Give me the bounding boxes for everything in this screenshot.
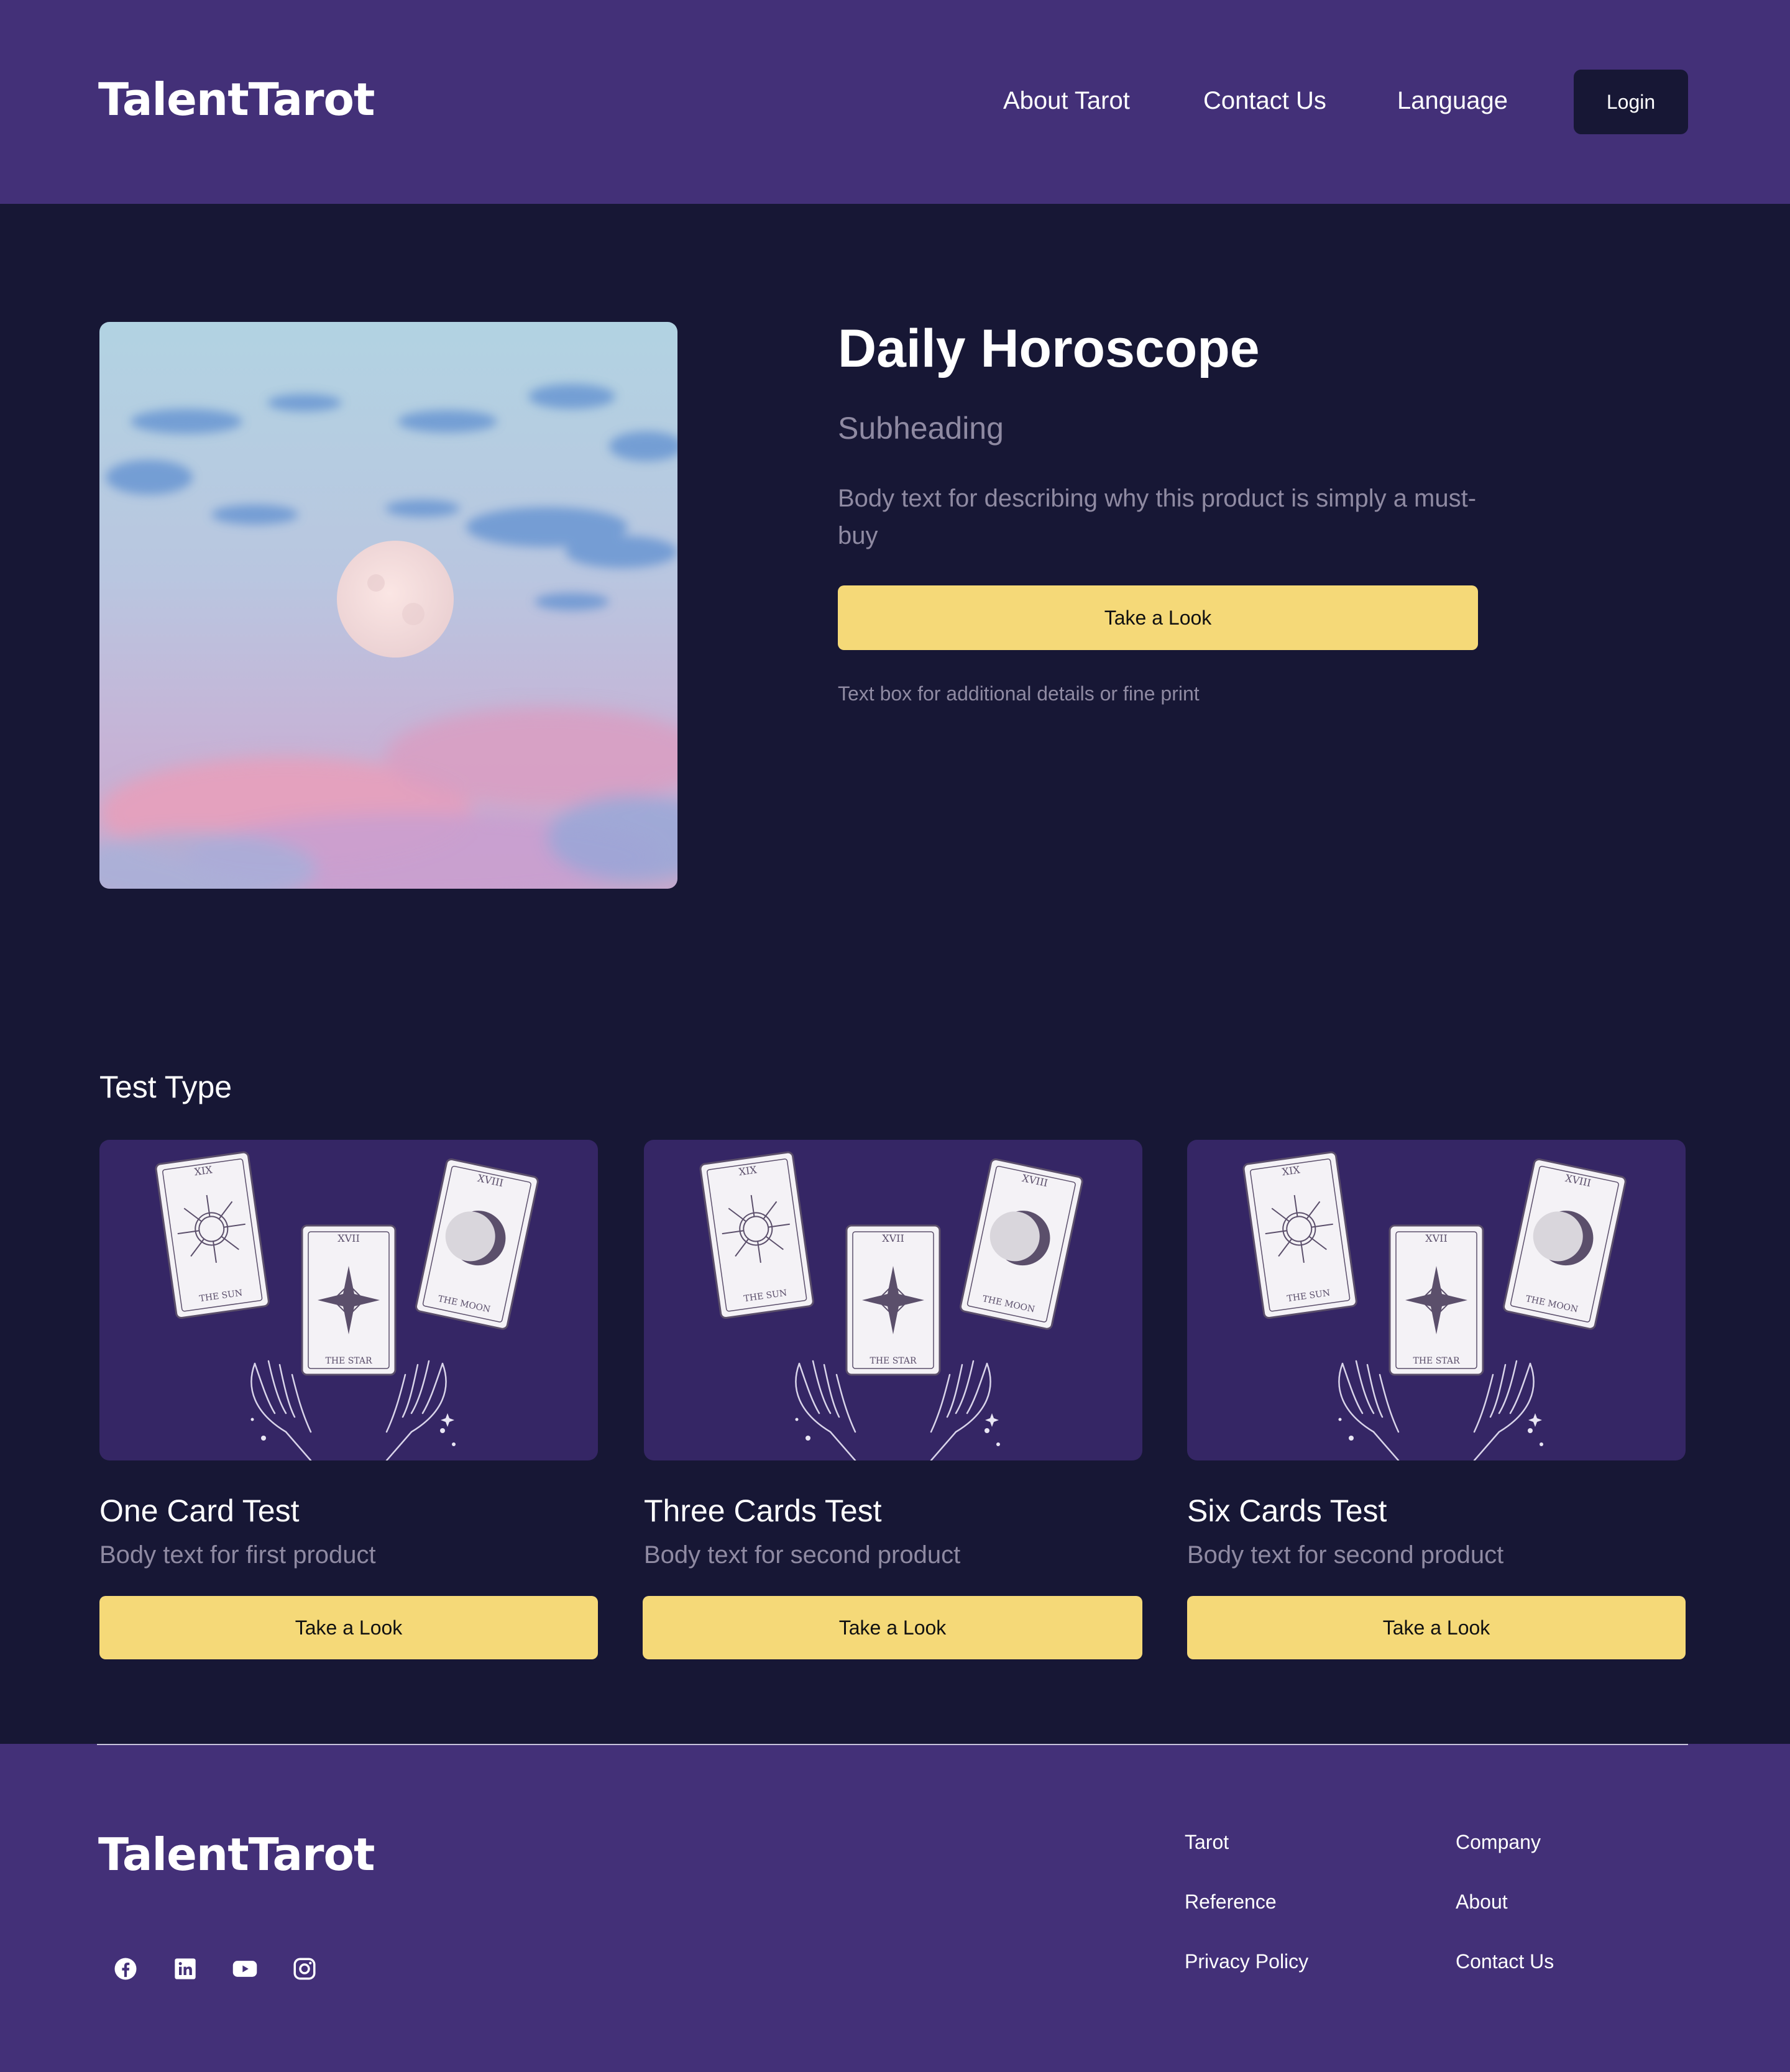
footer-logo[interactable]: TalentTarot: [98, 1828, 375, 1881]
three-cards-take-a-look-button[interactable]: Take a Look: [643, 1596, 1142, 1659]
footer-link-privacy-policy[interactable]: Privacy Policy: [1185, 1950, 1308, 1973]
svg-text:THE STAR: THE STAR: [1413, 1356, 1459, 1366]
svg-text:XVII: XVII: [1425, 1232, 1448, 1244]
card-body: Body text for first product: [99, 1541, 376, 1569]
hero-take-a-look-button[interactable]: Take a Look: [838, 585, 1478, 650]
nav-contact-us[interactable]: Contact Us: [1203, 87, 1326, 115]
tarot-cards-illustration: XIX THE SUN XVII THE STAR XVIII THE MOON: [155, 1151, 539, 1460]
hero-body-text: Body text for describing why this produc…: [838, 485, 1477, 549]
footer-link-company[interactable]: Company: [1456, 1831, 1541, 1854]
hero-moon-image: [99, 322, 677, 889]
tarot-cards-illustration: XIX THE SUN XVII THE STAR XVIII THE MOON: [1242, 1151, 1627, 1460]
hero-title: Daily Horoscope: [838, 319, 1260, 378]
svg-text:XVII: XVII: [882, 1232, 904, 1244]
site-footer: TalentTarot Tarot Reference Privacy Poli…: [0, 1744, 1790, 2072]
footer-link-tarot[interactable]: Tarot: [1185, 1831, 1229, 1854]
six-cards-test-image[interactable]: XIX THE SUN XVII THE STAR XVIII THE MOON: [1187, 1140, 1686, 1460]
nav-language[interactable]: Language: [1397, 87, 1508, 115]
six-cards-take-a-look-button[interactable]: Take a Look: [1187, 1596, 1686, 1659]
tarot-cards-illustration: XIX THE SUN XVII THE STAR XVIII THE MOON: [699, 1151, 1083, 1460]
svg-text:XVII: XVII: [337, 1232, 360, 1244]
footer-link-reference[interactable]: Reference: [1185, 1891, 1277, 1914]
card-title: Six Cards Test: [1187, 1493, 1387, 1528]
site-header: TalentTarot About Tarot Contact Us Langu…: [0, 0, 1790, 204]
svg-text:THE STAR: THE STAR: [870, 1356, 916, 1366]
one-card-take-a-look-button[interactable]: Take a Look: [99, 1596, 598, 1659]
instagram-icon[interactable]: [290, 1954, 319, 1984]
footer-link-about[interactable]: About: [1456, 1891, 1508, 1914]
svg-text:THE STAR: THE STAR: [325, 1356, 372, 1366]
login-button[interactable]: Login: [1574, 70, 1688, 134]
card-title: Three Cards Test: [644, 1493, 882, 1528]
card-body: Body text for second product: [644, 1541, 961, 1569]
footer-link-contact-us[interactable]: Contact Us: [1456, 1950, 1554, 1973]
footer-divider: [97, 1744, 1688, 1745]
section-title-test-type: Test Type: [99, 1070, 232, 1104]
youtube-icon[interactable]: [230, 1954, 260, 1984]
hero-fine-print: Text box for additional details or fine …: [838, 682, 1200, 705]
facebook-icon[interactable]: [111, 1954, 140, 1984]
hero-subheading: Subheading: [838, 411, 1004, 446]
moon-sky-illustration: [99, 322, 677, 889]
one-card-test-image[interactable]: XIX THE SUN XVII THE STAR XVIII THE MOON: [99, 1140, 598, 1460]
three-cards-test-image[interactable]: XIX THE SUN XVII THE STAR XVIII THE MOON: [644, 1140, 1142, 1460]
card-title: One Card Test: [99, 1493, 300, 1528]
logo[interactable]: TalentTarot: [98, 73, 375, 126]
linkedin-icon[interactable]: [170, 1954, 200, 1984]
card-body: Body text for second product: [1187, 1541, 1504, 1569]
nav-about-tarot[interactable]: About Tarot: [1003, 87, 1130, 115]
